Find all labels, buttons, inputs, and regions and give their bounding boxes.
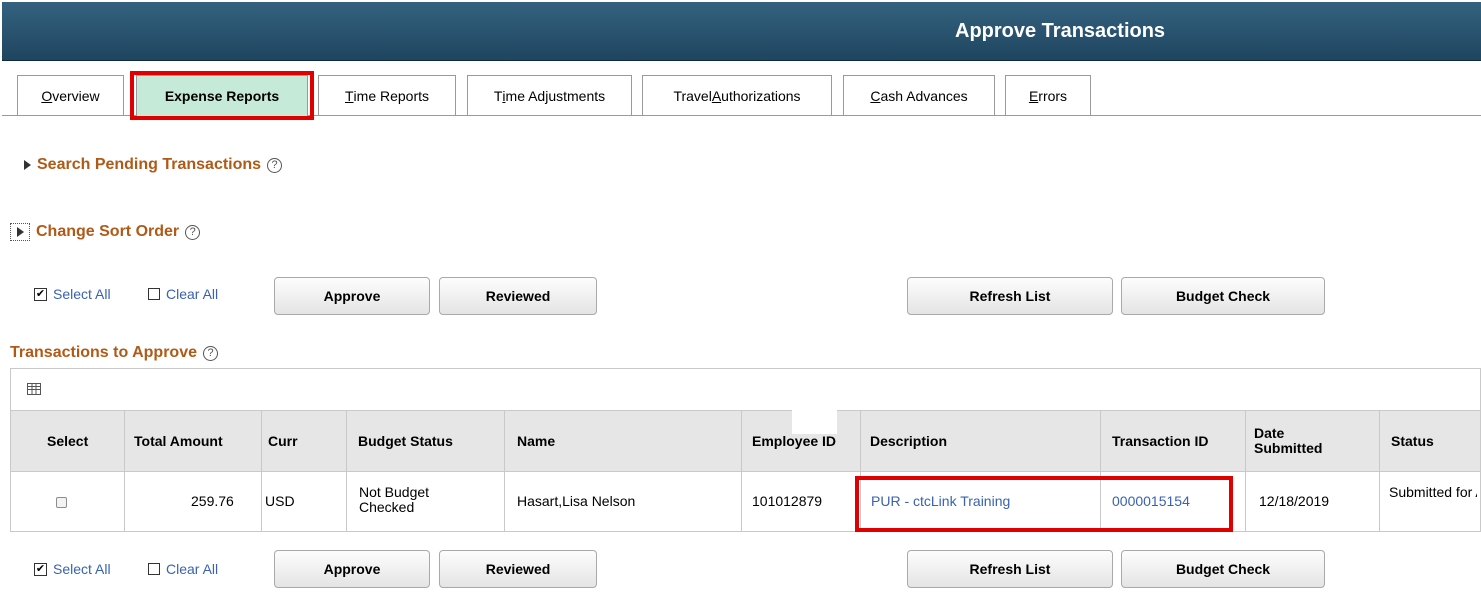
tab-label: rrors xyxy=(1038,87,1068,104)
column-divider xyxy=(504,411,505,471)
clear-all-link[interactable]: Clear All xyxy=(166,286,218,302)
select-all-top[interactable]: ✔ Select All xyxy=(34,286,111,302)
tab-time-reports[interactable]: Time Reports xyxy=(318,75,456,115)
column-divider xyxy=(346,411,347,471)
header-date-submitted[interactable]: Date Submitted xyxy=(1254,426,1334,456)
budget-check-button-bottom[interactable]: Budget Check xyxy=(1121,550,1325,588)
column-divider xyxy=(1100,472,1101,531)
reviewed-button-bottom[interactable]: Reviewed xyxy=(439,550,597,588)
header-status[interactable]: Status xyxy=(1391,433,1434,449)
help-icon[interactable]: ? xyxy=(203,345,218,361)
checked-checkbox-icon: ✔ xyxy=(34,562,47,576)
cell-total-amount: 259.76 xyxy=(191,493,234,509)
column-divider xyxy=(124,472,125,531)
tab-label: Expense Reports xyxy=(164,88,280,104)
help-icon[interactable]: ? xyxy=(185,224,201,240)
cell-employee-id: 101012879 xyxy=(752,493,823,509)
clear-all-top[interactable]: Clear All xyxy=(148,286,218,302)
header-name[interactable]: Name xyxy=(517,433,555,449)
tab-label: ash Advances xyxy=(880,87,968,104)
tab-accesskey: T xyxy=(344,87,354,104)
cell-date-submitted: 12/18/2019 xyxy=(1259,493,1330,509)
tab-cash-advances[interactable]: Cash Advances xyxy=(843,75,995,115)
header-transaction-id[interactable]: Transaction ID xyxy=(1112,433,1208,449)
clear-all-bottom[interactable]: Clear All xyxy=(148,561,218,577)
tab-accesskey: A xyxy=(711,87,722,104)
column-divider xyxy=(504,472,505,531)
page-title: Approve Transactions xyxy=(955,20,1166,42)
column-divider xyxy=(741,472,742,531)
select-all-link[interactable]: Select All xyxy=(53,286,111,302)
tab-label: verview xyxy=(52,87,100,104)
help-icon[interactable]: ? xyxy=(267,157,283,173)
cell-status: Submitted for Approval xyxy=(1389,485,1477,500)
tab-expense-reports[interactable]: Expense Reports xyxy=(136,75,308,116)
empty-checkbox-icon xyxy=(148,288,160,300)
description-link[interactable]: PUR - ctcLink Training xyxy=(871,493,1010,509)
cell-budget-status: Not Budget Checked xyxy=(359,484,430,515)
tab-label: ime Reports xyxy=(353,87,430,104)
tab-time-adjustments[interactable]: Ti me Adjustments xyxy=(467,75,632,115)
column-divider xyxy=(1100,411,1101,471)
row-select-checkbox[interactable] xyxy=(56,497,67,508)
column-divider xyxy=(261,411,262,471)
select-all-bottom[interactable]: ✔ Select All xyxy=(34,561,111,577)
cell-name: Hasart,Lisa Nelson xyxy=(517,493,636,509)
tab-label: uthorizations xyxy=(721,87,801,104)
column-divider xyxy=(741,411,742,471)
refresh-list-button-bottom[interactable]: Refresh List xyxy=(907,550,1113,588)
header-blank-patch xyxy=(792,410,837,434)
reviewed-button[interactable]: Reviewed xyxy=(439,277,597,315)
personalize-grid-icon[interactable] xyxy=(27,383,41,395)
header-budget-status[interactable]: Budget Status xyxy=(358,433,453,449)
tab-accesskey: O xyxy=(41,87,53,104)
refresh-list-button[interactable]: Refresh List xyxy=(907,277,1113,315)
approve-button-bottom[interactable]: Approve xyxy=(274,550,430,588)
grid-title: Transactions to Approve xyxy=(10,344,197,361)
clear-all-link[interactable]: Clear All xyxy=(166,561,218,577)
expand-triangle-icon xyxy=(16,227,24,237)
header-curr[interactable]: Curr xyxy=(268,433,298,449)
column-divider xyxy=(1245,411,1246,471)
tab-label: me Adjustments xyxy=(505,87,606,104)
transactions-grid-title: Transactions to Approve ? xyxy=(10,344,218,362)
section-title: Search Pending Transactions xyxy=(37,156,262,173)
grid-toolbar xyxy=(10,368,1481,410)
expand-triangle-icon xyxy=(24,160,31,170)
tab-travel-authorizations[interactable]: Travel Authorizations xyxy=(642,75,832,115)
select-all-link[interactable]: Select All xyxy=(53,561,111,577)
section-title: Change Sort Order xyxy=(36,223,180,240)
header-employee-id[interactable]: Employee ID xyxy=(752,433,836,449)
grid-header-row: Select Total Amount Curr Budget Status N… xyxy=(10,410,1481,472)
expand-toggle[interactable] xyxy=(10,223,30,241)
tab-overview[interactable]: Overview xyxy=(17,75,124,115)
column-divider xyxy=(124,411,125,471)
column-divider xyxy=(860,472,861,531)
column-divider xyxy=(1379,411,1380,471)
table-row: 259.76 USD Not Budget Checked Hasart,Lis… xyxy=(10,472,1481,532)
approve-button[interactable]: Approve xyxy=(274,277,430,315)
empty-checkbox-icon xyxy=(148,563,160,575)
checked-checkbox-icon: ✔ xyxy=(34,287,47,301)
change-sort-order-section[interactable]: Change Sort Order ? xyxy=(10,223,201,241)
header-select: Select xyxy=(47,433,89,449)
tab-label: T xyxy=(493,87,503,104)
column-divider xyxy=(346,472,347,531)
column-divider xyxy=(860,411,861,471)
tab-errors[interactable]: Errors xyxy=(1005,75,1091,115)
header-total-amount[interactable]: Total Amount xyxy=(134,433,223,449)
budget-check-button[interactable]: Budget Check xyxy=(1121,277,1325,315)
cell-curr: USD xyxy=(265,493,295,509)
page-header: Approve Transactions xyxy=(2,2,1481,61)
search-pending-section[interactable]: Search Pending Transactions ? xyxy=(24,156,283,174)
header-description[interactable]: Description xyxy=(870,433,947,449)
column-divider xyxy=(261,472,262,531)
transaction-id-link[interactable]: 0000015154 xyxy=(1112,493,1190,509)
column-divider xyxy=(1379,472,1380,531)
column-divider xyxy=(1245,472,1246,531)
tab-accesskey: E xyxy=(1028,87,1039,104)
tab-label: Travel xyxy=(673,87,712,104)
tab-accesskey: C xyxy=(870,87,881,104)
